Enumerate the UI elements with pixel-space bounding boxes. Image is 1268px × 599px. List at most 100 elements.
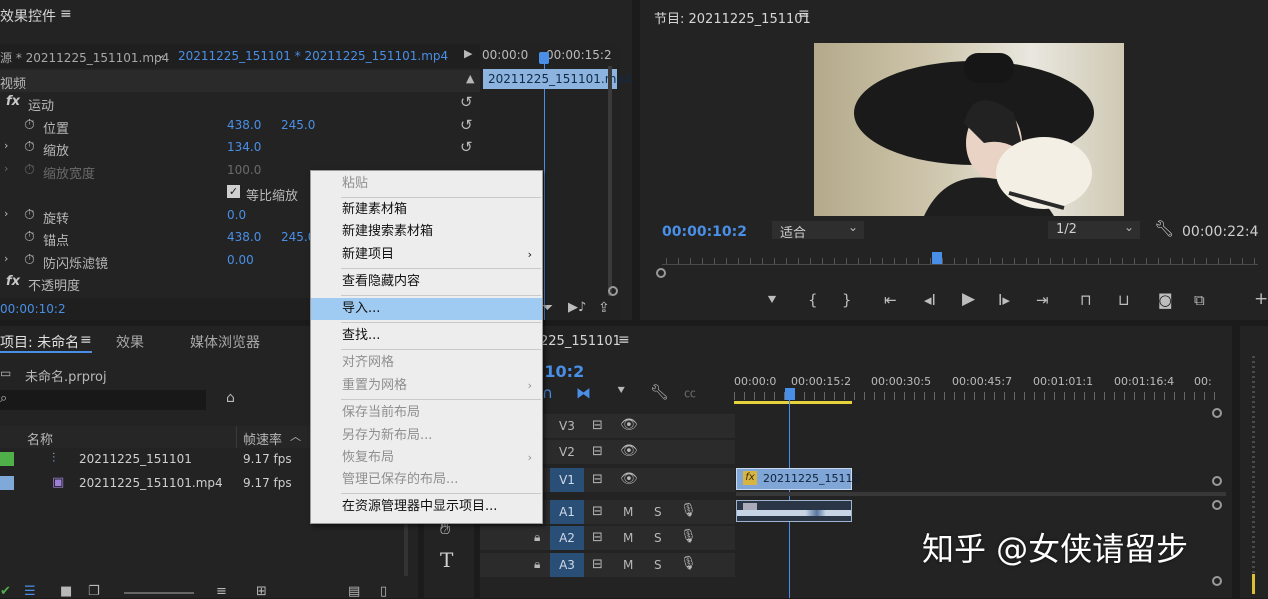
menu-item-save-layout[interactable]: 保存当前布局 bbox=[311, 402, 542, 424]
sync-lock-icon[interactable]: ⊟ bbox=[592, 504, 603, 519]
scale-value[interactable]: 134.0 bbox=[227, 140, 261, 154]
list-item[interactable]: ⫶ 20211225_151101 9.17 fps bbox=[0, 448, 310, 472]
scroll-handle[interactable] bbox=[1212, 500, 1222, 510]
mark-out-icon[interactable]: } bbox=[842, 292, 852, 308]
expand-chevron-icon[interactable]: › bbox=[4, 252, 8, 265]
panel-menu-icon[interactable]: ≡ bbox=[80, 332, 92, 348]
stopwatch-icon[interactable]: ⏱ bbox=[24, 117, 35, 133]
menu-item-save-as-layout[interactable]: 另存为新布局... bbox=[311, 425, 542, 447]
tab-media-browser[interactable]: 媒体浏览器 bbox=[190, 332, 260, 352]
mark-in-icon[interactable]: { bbox=[808, 292, 818, 308]
tab-effects[interactable]: 效果 bbox=[116, 332, 144, 352]
add-marker-icon[interactable]: ⯆ bbox=[616, 384, 626, 399]
track-target-a3[interactable]: A3 bbox=[550, 553, 584, 577]
menu-item-reveal-in-explorer[interactable]: 在资源管理器中显示项目... bbox=[311, 496, 542, 518]
program-scrubber-track[interactable] bbox=[662, 264, 1258, 265]
eye-icon[interactable]: 👁︎ bbox=[620, 471, 638, 487]
wrench-icon[interactable]: 🔧︎ bbox=[650, 383, 669, 401]
list-view-icon[interactable]: ☰ bbox=[24, 584, 36, 599]
microphone-icon[interactable]: 🎙︎ bbox=[680, 529, 697, 544]
menu-item-new-item[interactable]: 新建项目 › bbox=[311, 244, 542, 266]
stopwatch-icon[interactable]: ⏱ bbox=[24, 207, 35, 223]
scroll-handle[interactable] bbox=[1212, 476, 1222, 486]
panel-menu-icon[interactable]: ≡ bbox=[60, 6, 72, 22]
sync-lock-icon[interactable]: ⊟ bbox=[592, 472, 603, 487]
ec-scrollbar[interactable] bbox=[608, 66, 612, 296]
source-clip-label[interactable]: 源 * 20211225_151101.mp4 bbox=[0, 49, 169, 66]
menu-item-new-search-bin[interactable]: 新建搜索素材箱 bbox=[311, 221, 542, 243]
resolution-dropdown[interactable]: 1/2 ⌄ bbox=[1048, 220, 1140, 239]
col-name-header[interactable]: 名称 bbox=[27, 429, 53, 448]
step-forward-icon[interactable]: I▸ bbox=[998, 292, 1010, 308]
new-bin-icon[interactable]: ⌂ bbox=[226, 390, 235, 406]
go-to-out-icon[interactable]: ⇥ bbox=[1036, 292, 1049, 308]
program-monitor-title[interactable]: 节目: 20211225_151101 bbox=[654, 8, 811, 27]
automate-icon[interactable]: ⊞ bbox=[256, 584, 267, 599]
timeline-tab-title[interactable]: 225_151101 bbox=[540, 334, 621, 349]
position-x-value[interactable]: 438.0 bbox=[227, 118, 261, 132]
menu-item-import[interactable]: 导入... bbox=[311, 298, 542, 320]
timeline-playhead-handle[interactable] bbox=[785, 388, 795, 400]
panel-menu-icon[interactable]: ≡ bbox=[798, 6, 810, 22]
new-item-icon[interactable]: ▤ bbox=[348, 584, 360, 599]
timeline-ruler[interactable]: 00:00:0 00:00:15:2 00:00:30:5 00:00:45:7… bbox=[734, 370, 1224, 406]
icon-view-icon[interactable]: ■ bbox=[60, 584, 72, 599]
audio-clip[interactable] bbox=[736, 500, 852, 522]
menu-item-view-hidden[interactable]: 查看隐藏内容 bbox=[311, 271, 542, 293]
play-icon[interactable]: ▶ bbox=[962, 291, 975, 308]
tab-project[interactable]: 项目: 未命名 bbox=[0, 332, 79, 352]
timeline-timecode[interactable]: :10:2 bbox=[538, 362, 584, 381]
solo-button[interactable]: S bbox=[654, 531, 662, 545]
scroll-end-handle[interactable] bbox=[608, 286, 618, 296]
mute-button[interactable]: M bbox=[623, 505, 633, 519]
track-target-v1[interactable]: V1 bbox=[550, 468, 584, 492]
write-lock-icon[interactable]: ✔ bbox=[0, 584, 11, 599]
track-divider[interactable] bbox=[736, 492, 1226, 496]
menu-item-align-grid[interactable]: 对齐网格 bbox=[311, 352, 542, 374]
search-input[interactable]: ⌕ bbox=[0, 390, 206, 410]
reset-icon[interactable]: ↺ bbox=[460, 116, 473, 134]
sync-lock-icon[interactable]: ⊟ bbox=[592, 557, 603, 572]
video-clip[interactable]: fx 20211225_15110 bbox=[736, 468, 859, 490]
freeform-view-icon[interactable]: ❐ bbox=[88, 584, 100, 599]
solo-button[interactable]: S bbox=[654, 558, 662, 572]
position-y-value[interactable]: 245.0 bbox=[281, 118, 315, 132]
program-timecode[interactable]: 00:00:10:2 bbox=[662, 224, 747, 240]
add-button-icon[interactable]: + bbox=[1254, 291, 1268, 308]
linked-selection-icon[interactable]: ⧓ bbox=[576, 384, 591, 402]
ec-playhead-handle[interactable] bbox=[539, 52, 549, 64]
sort-up-icon[interactable]: ︿ bbox=[290, 428, 301, 444]
stopwatch-icon[interactable]: ⏱ bbox=[24, 252, 35, 268]
track-label[interactable]: V2 bbox=[559, 445, 575, 459]
sync-lock-icon[interactable]: ⊟ bbox=[592, 418, 603, 433]
expand-chevron-icon[interactable]: › bbox=[4, 207, 8, 220]
add-marker-icon[interactable]: ⯆ bbox=[766, 292, 778, 308]
scroll-handle[interactable] bbox=[1212, 408, 1222, 418]
snap-icon[interactable]: ∩ bbox=[542, 384, 553, 402]
microphone-icon[interactable]: 🎙︎ bbox=[680, 556, 697, 571]
panel-menu-icon[interactable]: ≡ bbox=[618, 332, 630, 348]
menu-item-find[interactable]: 查找... bbox=[311, 325, 542, 347]
track-target-a2[interactable]: A2 bbox=[550, 526, 584, 550]
play-only-audio-icon[interactable]: ▶♪ bbox=[568, 300, 586, 315]
sequence-clip-label[interactable]: 20211225_151101 * 20211225_151101.mp4 bbox=[178, 49, 448, 63]
play-triangle-icon[interactable]: ▶ bbox=[464, 47, 472, 60]
rotation-value[interactable]: 0.0 bbox=[227, 208, 246, 222]
list-item[interactable]: ▣ 20211225_151101.mp4 9.17 fps bbox=[0, 472, 310, 496]
work-area-bar[interactable] bbox=[734, 401, 852, 404]
sync-lock-icon[interactable]: ⊟ bbox=[592, 444, 603, 459]
lock-icon[interactable]: 🔒︎ bbox=[534, 557, 540, 572]
microphone-icon[interactable]: 🎙︎ bbox=[680, 503, 697, 518]
go-to-in-icon[interactable]: ⇤ bbox=[884, 292, 897, 308]
col-fps-header[interactable]: 帧速率 bbox=[243, 429, 282, 448]
label-color-swatch[interactable] bbox=[0, 452, 14, 466]
zoom-handle[interactable] bbox=[656, 268, 666, 278]
effect-controls-title[interactable]: 效果控件 bbox=[0, 6, 56, 26]
motion-label[interactable]: 运动 bbox=[28, 95, 54, 114]
menu-item-manage-layouts[interactable]: 管理已保存的布局... bbox=[311, 469, 542, 491]
mute-button[interactable]: M bbox=[623, 558, 633, 572]
col-divider[interactable] bbox=[236, 426, 237, 448]
eye-icon[interactable]: 👁︎ bbox=[620, 443, 638, 459]
zoom-slider[interactable] bbox=[124, 592, 194, 594]
eye-icon[interactable]: 👁︎ bbox=[620, 417, 638, 433]
